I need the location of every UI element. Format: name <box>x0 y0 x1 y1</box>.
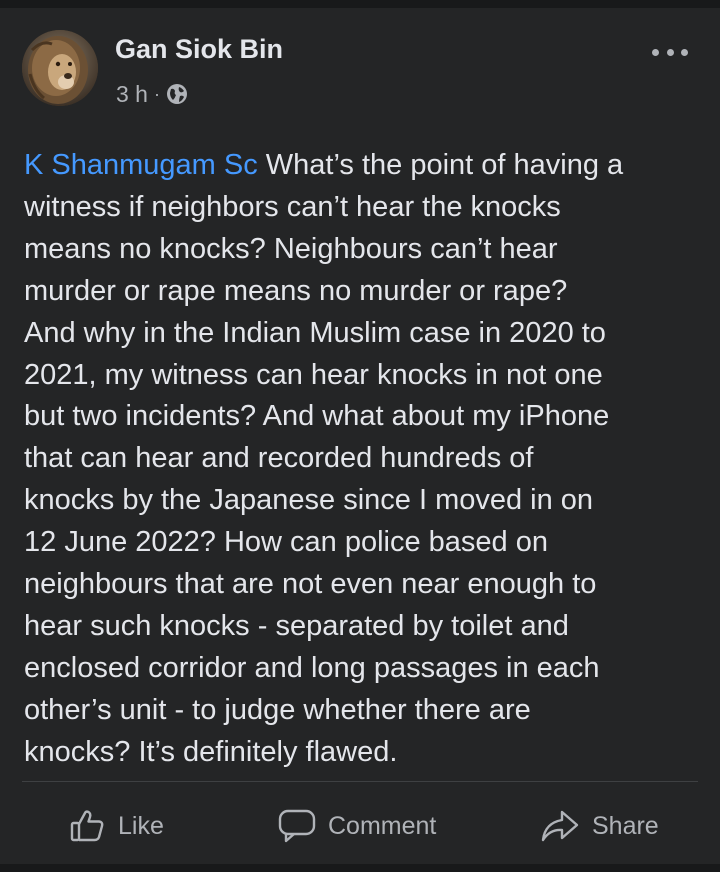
more-dot <box>652 48 659 56</box>
action-bar: Like Comment Share <box>0 792 720 862</box>
more-options-icon[interactable] <box>652 44 688 60</box>
share-icon <box>541 810 579 842</box>
thumbs-up-icon <box>70 810 104 842</box>
comment-button[interactable]: Comment <box>278 806 436 846</box>
more-dot <box>666 48 674 56</box>
more-dot <box>681 48 688 56</box>
divider <box>22 781 698 782</box>
lion-avatar-image <box>22 30 98 106</box>
comment-label: Comment <box>328 811 437 840</box>
author-name[interactable]: Gan Siok Bin <box>115 34 283 65</box>
mention-link[interactable]: K Shanmugam Sc <box>24 149 258 181</box>
meta-separator: · <box>153 83 160 104</box>
globe-icon <box>166 83 188 105</box>
post-text: What’s the point of having a witness if … <box>24 149 624 768</box>
post-body: K Shanmugam Sc What’s the point of havin… <box>24 145 704 774</box>
post-card: Gan Siok Bin 3 h · K Shanmugam Sc What’s… <box>0 8 720 864</box>
like-label: Like <box>118 811 164 840</box>
like-button[interactable]: Like <box>70 806 164 846</box>
author-avatar[interactable] <box>22 30 98 106</box>
share-label: Share <box>592 811 659 840</box>
comment-icon <box>278 809 316 843</box>
post-timestamp[interactable]: 3 h <box>116 81 148 108</box>
post-meta: 3 h · <box>116 79 188 109</box>
share-button[interactable]: Share <box>540 806 659 846</box>
